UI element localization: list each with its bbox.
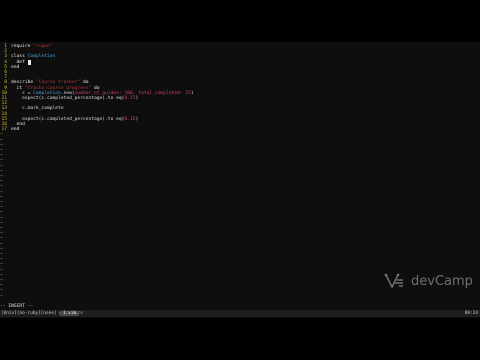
- code-token: c.mark_complete: [11, 106, 64, 112]
- devcamp-logo-icon: [384, 273, 403, 289]
- code-token: total_completed:: [138, 90, 186, 96]
- watermark-text: devCamp: [411, 273, 473, 289]
- code-token: end: [11, 127, 20, 133]
- devcamp-watermark: devCamp: [383, 272, 473, 290]
- vim-editor[interactable]: 1 require "rspec" 2 3 class Completion 4 def …: [0, 42, 480, 300]
- code-token: expect(c.completed_percentage).to eq(: [11, 96, 125, 101]
- code-token: ): [135, 116, 139, 122]
- code-token: "rspec": [33, 44, 53, 49]
- code-token: end: [11, 64, 20, 70]
- tab-vim[interactable]: 1:vim: [60, 311, 80, 316]
- status-clock: 09:24: [464, 311, 478, 316]
- code-line[interactable]: 11 expect(c.completed_percentage).to eq(…: [0, 96, 138, 101]
- code-token: ): [135, 96, 139, 101]
- code-token: 0.16: [124, 116, 136, 122]
- code-token: 0.15: [124, 96, 136, 101]
- text-cursor: [27, 59, 31, 65]
- code-token: ): [190, 90, 194, 96]
- tmux-status-bar: [Unix][no-ruby][none] gems@docs 1:vim 09…: [0, 310, 480, 317]
- code-token: expect(c.completed_percentage).to eq(: [11, 116, 125, 122]
- code-token: Completion: [27, 54, 56, 60]
- code-token: require: [11, 44, 34, 49]
- empty-buffer-line: ~: [0, 299, 3, 300]
